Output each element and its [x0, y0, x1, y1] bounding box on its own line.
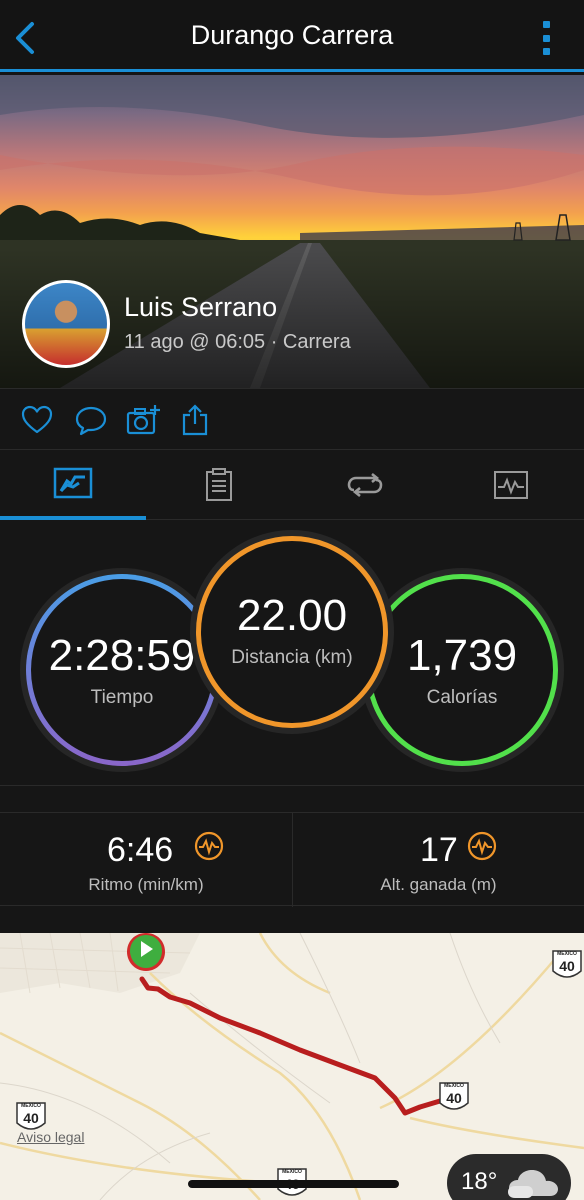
- heart-icon: [21, 405, 53, 434]
- distance-stat: 22.00 Distancia (km): [196, 536, 388, 728]
- pace-value: 6:46: [107, 831, 174, 869]
- calories-label: Calorías: [426, 687, 498, 708]
- camera-plus-icon: [126, 405, 160, 435]
- top-navigation-bar: Durango Carrera: [0, 0, 584, 72]
- shield-country-text: MEXICO: [557, 951, 577, 957]
- pace-stat: 6:46 Ritmo (min/km): [0, 813, 292, 907]
- activity-photo[interactable]: Luis Serrano 11 ago @ 06:05 · Carrera: [0, 75, 584, 388]
- shield-country-text: MEXICO: [282, 1169, 302, 1175]
- more-options-button[interactable]: [538, 18, 554, 58]
- start-marker-icon[interactable]: [127, 933, 165, 971]
- social-actions-bar: [0, 388, 584, 450]
- calories-stat: 1,739 Calorías: [366, 574, 558, 766]
- elevation-label: Alt. ganada (m): [380, 875, 497, 894]
- tab-overview[interactable]: [0, 450, 146, 520]
- shield-route-number: 40: [23, 1110, 39, 1126]
- summary-stats: 2:28:59 Tiempo 1,739 Calorías 22.00 Dist…: [0, 520, 584, 785]
- pulse-icon[interactable]: [194, 831, 224, 861]
- distance-value: 22.00: [236, 591, 348, 640]
- more-vertical-icon: [542, 21, 550, 28]
- time-stat: 2:28:59 Tiempo: [26, 574, 218, 766]
- speech-bubble-icon: [75, 406, 107, 436]
- pulse-icon[interactable]: [467, 831, 497, 861]
- time-label: Tiempo: [90, 687, 154, 708]
- activity-date-type: 11 ago @ 06:05 · Carrera: [124, 331, 351, 353]
- secondary-stats: 6:46 Ritmo (min/km) 17 Alt. ganada (m): [0, 785, 584, 933]
- share-button[interactable]: [178, 403, 212, 437]
- cloud-icon: [508, 1170, 558, 1198]
- user-name[interactable]: Luis Serrano: [124, 292, 277, 323]
- calories-value: 1,739: [406, 631, 518, 680]
- like-button[interactable]: [20, 403, 54, 437]
- home-indicator: [188, 1180, 399, 1188]
- legal-notice-link[interactable]: Aviso legal: [17, 1129, 84, 1145]
- distance-label: Distancia (km): [231, 647, 353, 668]
- shield-country-text: MEXICO: [444, 1083, 464, 1089]
- elevation-value: 17: [420, 831, 458, 869]
- clipboard-list-icon: [206, 468, 232, 501]
- overview-icon: [53, 467, 93, 499]
- shield-route-number: 40: [559, 958, 575, 974]
- pace-label: Ritmo (min/km): [88, 875, 204, 894]
- weather-badge[interactable]: 18°: [447, 1154, 571, 1200]
- chart-monitor-icon: [494, 471, 528, 499]
- page-title: Durango Carrera: [190, 20, 394, 50]
- elevation-stat: 17 Alt. ganada (m): [292, 813, 584, 907]
- activity-tabs: [0, 450, 584, 520]
- tab-stats[interactable]: [146, 450, 292, 520]
- time-value: 2:28:59: [48, 631, 196, 680]
- tab-charts[interactable]: [438, 450, 584, 520]
- weather-temperature: 18°: [461, 1168, 498, 1195]
- comment-button[interactable]: [74, 403, 108, 437]
- share-icon: [182, 404, 208, 436]
- shield-route-number: 40: [446, 1090, 462, 1106]
- more-vertical-dot: [542, 48, 550, 55]
- route-map[interactable]: MEXICO 40 MEXICO 40 MEXICO 40 MEXICO 40 …: [0, 933, 584, 1200]
- avatar[interactable]: [22, 280, 110, 368]
- tab-laps[interactable]: [292, 450, 438, 520]
- add-photo-button[interactable]: [126, 403, 160, 437]
- repeat-icon: [347, 472, 383, 498]
- secondary-stats-row: 6:46 Ritmo (min/km) 17 Alt. ganada (m): [0, 812, 584, 907]
- more-vertical-dot: [542, 34, 550, 42]
- shield-country-text: MEXICO: [21, 1103, 41, 1109]
